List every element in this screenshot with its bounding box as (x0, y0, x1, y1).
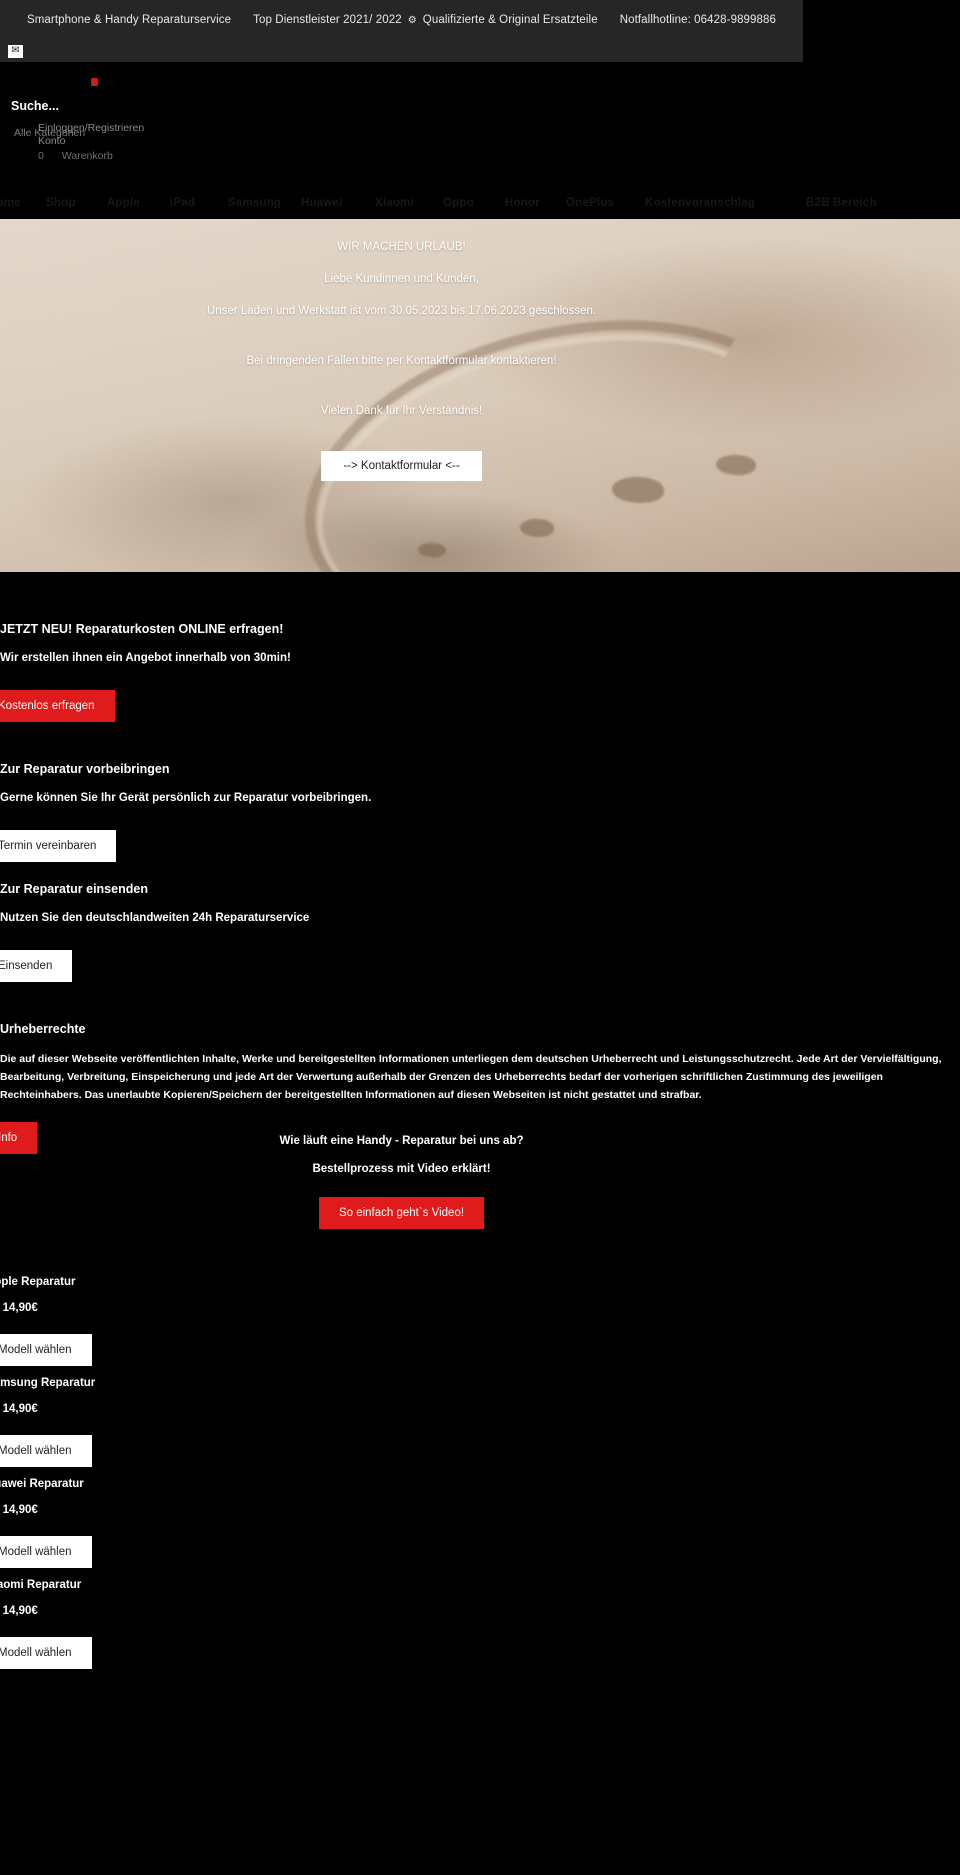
choose-model-button[interactable]: Modell wählen (0, 1334, 92, 1366)
hero-line-1: Liebe Kundinnen und Kunden, (324, 273, 479, 286)
make-appointment-button[interactable]: Termin vereinbaren (0, 830, 117, 862)
search-input[interactable]: Suche... (11, 99, 59, 113)
account-label[interactable]: Konto (38, 135, 65, 147)
choose-model-button[interactable]: Modell wählen (0, 1637, 92, 1669)
nav-item-huawei[interactable]: Huawei (301, 197, 342, 209)
gear-icon: ⚙ (407, 14, 417, 26)
product-price: ab 14,90€ (0, 1302, 38, 1314)
watch-video-button[interactable]: So einfach geht`s Video! (318, 1197, 485, 1229)
cart-count: 0 (38, 150, 44, 162)
send-in-subtitle: Nutzen Sie den deutschlandweiten 24h Rep… (0, 912, 310, 924)
product-card: Apple Reparatur ab 14,90€ Modell wählen (0, 1276, 803, 1366)
hero-content: WIR MACHEN URLAUB! Liebe Kundinnen und K… (0, 219, 803, 572)
copyright-line-2: Bearbeitung, Verbreitung, Einspeicherung… (0, 1071, 883, 1084)
send-in-title: Zur Reparatur einsenden (0, 882, 148, 896)
request-free-quote-button[interactable]: Kostenlos erfragen (0, 690, 115, 722)
product-name: Huawei Reparatur (0, 1478, 84, 1490)
product-card: Huawei Reparatur ab 14,90€ Modell wählen (0, 1478, 803, 1568)
nav-item-oppo[interactable]: Oppo (443, 197, 474, 209)
video-question: Wie läuft eine Handy - Reparatur bei uns… (279, 1135, 524, 1147)
bring-in-section: Zur Reparatur vorbeibringen Gerne können… (0, 762, 803, 862)
bring-in-title: Zur Reparatur vorbeibringen (0, 762, 170, 776)
hero-line-2: Unser Laden und Werkstatt ist vom 30.05.… (206, 305, 597, 318)
hero-line-4: Vielen Dank für Ihr Verständnis! (320, 405, 483, 418)
product-name: Samsung Reparatur (0, 1377, 96, 1389)
nav-item-samsung[interactable]: Samsung (228, 197, 281, 209)
product-name: Apple Reparatur (0, 1276, 76, 1288)
product-price: ab 14,90€ (0, 1504, 38, 1516)
choose-model-button[interactable]: Modell wählen (0, 1435, 92, 1467)
send-in-button[interactable]: Einsenden (0, 950, 73, 982)
bring-in-subtitle: Gerne können Sie Ihr Gerät persönlich zu… (0, 792, 372, 804)
video-subtitle: Bestellprozess mit Video erklärt! (312, 1163, 491, 1175)
nav-item-b2b-bereich[interactable]: B2B Bereich (806, 197, 877, 209)
send-in-section: Zur Reparatur einsenden Nutzen Sie den d… (0, 882, 803, 982)
copyright-line-3: Rechteinhabers. Das unerlaubte Kopieren/… (0, 1089, 702, 1102)
nav-item-honor[interactable]: Honor (505, 197, 540, 209)
nav-item-apple[interactable]: Apple (107, 197, 140, 209)
video-process-section: Wie läuft eine Handy - Reparatur bei uns… (0, 1135, 803, 1229)
nav-item-shop[interactable]: Shop (46, 197, 76, 209)
product-price: ab 14,90€ (0, 1605, 38, 1617)
cart-link[interactable]: 0 Warenkorb (38, 150, 113, 162)
site-header: Suche... Alle Kategorien Einloggen/Regis… (0, 62, 803, 182)
nav-item-kostenvoranschlag[interactable]: Kostenvoranschlag (645, 197, 755, 209)
hero-banner: WIR MACHEN URLAUB! Liebe Kundinnen und K… (0, 219, 960, 572)
announcement-parts: Qualifizierte & Original Ersatzteile (422, 14, 598, 26)
social-strip: ✉ (0, 40, 803, 62)
nav-item-oneplus[interactable]: OnePlus (566, 197, 614, 209)
product-card: Xiaomi Reparatur ab 14,90€ Modell wählen (0, 1579, 803, 1669)
choose-model-button[interactable]: Modell wählen (0, 1536, 92, 1568)
contact-form-button[interactable]: --> Kontaktformular <-- (321, 451, 482, 482)
online-quote-subtitle: Wir erstellen ihnen ein Angebot innerhal… (0, 652, 291, 664)
nav-item-ipad[interactable]: iPad (170, 197, 195, 209)
nav-item-xiaomi[interactable]: Xiaomi (375, 197, 414, 209)
copyright-title: Urheberrechte (0, 1022, 86, 1036)
mail-icon[interactable]: ✉ (8, 44, 23, 58)
announcement-award: Top Dienstleister 2021/ 2022 (253, 14, 402, 26)
product-name: Xiaomi Reparatur (0, 1579, 82, 1591)
product-price: ab 14,90€ (0, 1403, 38, 1415)
online-quote-title: JETZT NEU! Reparaturkosten ONLINE erfrag… (0, 622, 284, 636)
announcement-service: Smartphone & Handy Reparaturservice (26, 14, 232, 26)
logo-icon[interactable] (91, 78, 98, 86)
cart-label: Warenkorb (61, 150, 113, 162)
login-register-link[interactable]: Einloggen/Registrieren (38, 122, 144, 134)
announcement-bar: Smartphone & Handy Reparaturservice Top … (0, 0, 803, 40)
product-card: Samsung Reparatur ab 14,90€ Modell wählen (0, 1377, 803, 1467)
copyright-line-1: Die auf dieser Webseite veröffentlichten… (0, 1053, 942, 1065)
nav-item-home[interactable]: Home (0, 197, 21, 209)
main-navigation: Home Shop Apple iPad Samsung Huawei Xiaomi Oppo… (0, 188, 960, 218)
hero-line-3: Bei dringenden Fällen bitte per Kontaktf… (246, 355, 557, 368)
announcement-hotline: Notfallhotline: 06428-9899886 (619, 14, 777, 26)
hero-heading: WIR MACHEN URLAUB! (337, 241, 466, 253)
copyright-paragraph: Die auf dieser Webseite veröffentlichten… (0, 1050, 960, 1104)
online-quote-section: JETZT NEU! Reparaturkosten ONLINE erfrag… (0, 622, 803, 722)
